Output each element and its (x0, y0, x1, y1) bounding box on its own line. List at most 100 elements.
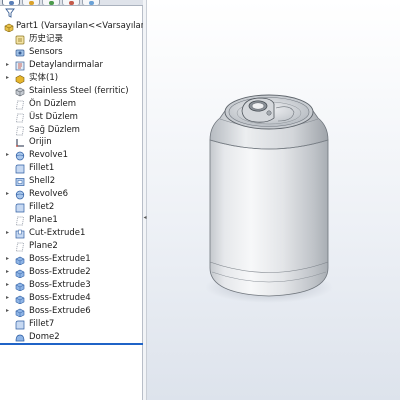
tree-item-label: Boss-Extrude3 (29, 279, 91, 290)
expand-arrow-icon[interactable]: ▸ (5, 266, 10, 279)
property-manager-tab[interactable] (22, 0, 40, 5)
display-manager-tab[interactable] (82, 0, 100, 5)
tree-item-label: 历史记录 (29, 33, 64, 44)
cut-extrude-icon (15, 229, 25, 239)
tree-item-label: Dome2 (29, 331, 60, 342)
plane-icon (16, 113, 24, 122)
tree-item[interactable]: Fillet2 (0, 201, 143, 214)
boss-extrude-icon (15, 256, 25, 265)
tree-item[interactable]: ▸ Revolve1 (0, 149, 143, 162)
tree-item[interactable]: 历史记录 (0, 33, 143, 46)
tree-item[interactable]: ▸ Boss-Extrude1 (0, 253, 143, 266)
material-icon (15, 87, 25, 97)
plane-icon (16, 126, 24, 135)
feature-manager-tab[interactable] (2, 0, 20, 5)
expand-arrow-icon[interactable]: ▸ (5, 59, 10, 72)
dome-icon (15, 334, 25, 341)
tree-item[interactable]: Ön Düzlem (0, 98, 143, 111)
tree-item[interactable]: ▸ Cut-Extrude1 (0, 227, 143, 240)
tree-item[interactable]: Orijin (0, 136, 143, 149)
graphics-viewport[interactable] (148, 0, 400, 400)
expand-arrow-icon[interactable]: ▸ (5, 292, 10, 305)
tree-item-label: Boss-Extrude6 (29, 305, 91, 316)
part-label: Part1 (Varsayılan<<Varsayılan>_Gör (16, 21, 143, 31)
tree-item-label: Cut-Extrude1 (29, 228, 86, 238)
tree-item-label: Sensors (29, 46, 63, 57)
part-root-node[interactable]: Part1 (Varsayılan<<Varsayılan>_Gör (0, 20, 143, 33)
tree-item[interactable]: Shell2 (0, 175, 143, 188)
feature-tree-list: Part1 (Varsayılan<<Varsayılan>_Gör 历史记录 S… (0, 20, 143, 343)
tree-item[interactable]: Sensors (0, 46, 143, 59)
revolve-icon (15, 152, 25, 161)
expand-arrow-icon[interactable]: ▸ (5, 149, 10, 162)
tree-item-label: Stainless Steel (ferritic) (29, 85, 129, 96)
collapse-arrow-icon[interactable]: ◂ (143, 213, 147, 223)
tree-item[interactable]: Fillet7 (0, 318, 143, 331)
tree-item-label: Boss-Extrude2 (29, 266, 91, 277)
configuration-manager-tab[interactable] (42, 0, 60, 5)
fillet-icon (15, 320, 25, 329)
tree-item[interactable]: Dome2 (0, 331, 143, 344)
tree-item-label: Revolve1 (29, 150, 69, 161)
rollback-bar[interactable] (0, 343, 143, 345)
tree-item[interactable]: ▸ Boss-Extrude6 (0, 305, 143, 318)
expand-arrow-icon[interactable]: ▸ (5, 227, 10, 240)
expand-arrow-icon[interactable]: ▸ (5, 279, 10, 292)
tree-item-label: Revolve6 (29, 189, 69, 200)
tree-item[interactable]: ▸ Revolve6 (0, 188, 143, 201)
tree-item-label: Fillet7 (29, 318, 55, 329)
panel-splitter[interactable] (143, 0, 147, 400)
tree-item-label: Detaylandırmalar (29, 59, 103, 70)
fillet-icon (15, 164, 25, 174)
boss-extrude-icon (15, 269, 25, 278)
tree-filter-row (0, 7, 143, 19)
tree-item[interactable]: ▸ Detaylandırmalar (0, 59, 143, 72)
boss-extrude-icon (15, 282, 25, 291)
tree-item[interactable]: Stainless Steel (ferritic) (0, 85, 143, 98)
tree-item[interactable]: Üst Düzlem (0, 111, 143, 124)
tree-item-label: Sağ Düzlem (29, 124, 80, 135)
tree-item[interactable]: ▸ 实体(1) (0, 72, 143, 85)
tree-item-label: Plane2 (29, 240, 58, 251)
solid-bodies-icon (15, 74, 25, 84)
expand-arrow-icon[interactable]: ▸ (5, 188, 10, 201)
fillet-icon (15, 203, 25, 213)
tree-item[interactable]: ▸ Boss-Extrude2 (0, 266, 143, 279)
pull-tab-icon[interactable] (241, 97, 275, 123)
tree-item[interactable]: Plane2 (0, 240, 143, 253)
tree-item[interactable]: Plane1 (0, 214, 143, 227)
tree-item[interactable]: Fillet1 (0, 162, 143, 175)
annotations-icon (15, 61, 25, 71)
expand-arrow-icon[interactable]: ▸ (5, 253, 10, 266)
tree-item-label: 实体(1) (29, 72, 59, 83)
expand-arrow-icon[interactable]: ▸ (5, 305, 10, 318)
part-icon (4, 23, 14, 32)
beverage-can-icon[interactable] (148, 0, 400, 400)
tree-item[interactable]: Sağ Düzlem (0, 124, 143, 137)
expand-arrow-icon[interactable]: ▸ (5, 72, 10, 85)
tree-item-label: Fillet1 (29, 163, 55, 174)
plane-icon (16, 100, 24, 109)
manager-tab-strip (0, 0, 143, 6)
filter-icon[interactable] (5, 8, 15, 18)
tree-item[interactable]: ▸ Boss-Extrude4 (0, 292, 143, 305)
tree-item-label: Plane1 (29, 215, 58, 226)
tree-item-label: Üst Düzlem (29, 111, 78, 122)
tree-item-label: Shell2 (29, 176, 56, 187)
dimxpert-tab[interactable] (62, 0, 80, 5)
shell-icon (15, 178, 25, 187)
tree-item[interactable]: ▸ Boss-Extrude3 (0, 279, 143, 292)
history-icon (15, 35, 25, 45)
boss-extrude-icon (15, 295, 25, 304)
tree-item-label: Ön Düzlem (29, 98, 77, 109)
boss-extrude-icon (15, 308, 25, 317)
